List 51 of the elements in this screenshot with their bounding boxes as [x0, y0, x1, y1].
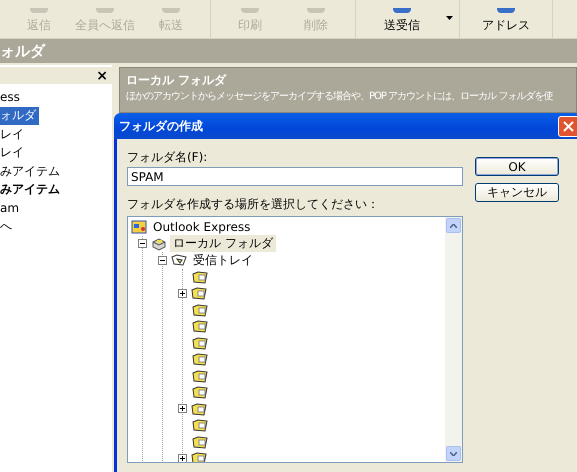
expand-toggle[interactable] [178, 454, 187, 462]
tree-item[interactable]: 受信トレイ [190, 252, 256, 269]
expand-toggle[interactable] [178, 288, 187, 298]
close-icon [563, 120, 574, 132]
scroll-up-icon[interactable] [450, 224, 457, 228]
folder-box-icon [151, 236, 167, 252]
mail-folder-icon [191, 402, 207, 416]
folder-item[interactable]: レイ [0, 144, 27, 162]
collapse-toggle[interactable] [158, 256, 167, 265]
collapse-toggle[interactable] [138, 239, 147, 248]
folder-item[interactable]: ess [0, 88, 23, 106]
toolbar-button[interactable]: アドレス [466, 8, 546, 38]
folder-item[interactable]: みアイテム [0, 180, 63, 199]
scroll-down-icon[interactable] [450, 452, 457, 456]
mail-folder-icon [192, 434, 208, 449]
expand-toggle[interactable] [178, 404, 187, 414]
mail-folder-icon [192, 352, 208, 366]
info-description: ほかのアカウントからメッセージをアーカイブする場合や、POP アカウントには、ローカル フォルダを使 [126, 90, 552, 103]
caret-icon[interactable] [446, 16, 453, 20]
inbox-folder-icon [171, 252, 187, 268]
plus-icon [179, 454, 186, 462]
mail-folder-icon [192, 368, 208, 383]
folder-item[interactable]: へ [0, 218, 15, 236]
mail-folder-icon [192, 319, 208, 334]
mail-folder-icon [192, 418, 208, 432]
info-title: ローカル フォルダ [126, 72, 228, 89]
scrollbar[interactable] [445, 217, 462, 462]
dialog-button[interactable]: キャンセル [475, 183, 559, 202]
folder-item[interactable]: みアイテム [0, 162, 63, 180]
dialog-button[interactable]: OK [475, 157, 559, 176]
dialog-title: フォルダの作成 [119, 118, 203, 134]
mail-folder-icon [192, 270, 208, 284]
mail-folder-icon [192, 336, 208, 350]
tree-item[interactable]: Outlook Express [150, 220, 254, 234]
mail-folder-icon [192, 302, 208, 317]
toolbar-button[interactable]: 送受信 [362, 8, 442, 38]
tree-item[interactable]: ローカル フォルダ [170, 235, 276, 252]
folder-item[interactable]: ォルダ [0, 106, 39, 125]
field-label: フォルダ名(F): [127, 149, 208, 165]
close-button[interactable] [558, 116, 577, 136]
folder-name-field[interactable]: SPAM [127, 167, 463, 186]
folder-item[interactable]: am [0, 199, 22, 218]
mail-folder-icon [192, 385, 208, 400]
close-icon[interactable]: × [96, 68, 108, 84]
folder-bar-title: ォルダ [0, 39, 577, 65]
application-icon [131, 219, 147, 236]
plus-icon [179, 405, 186, 412]
mail-folder-icon [191, 286, 207, 300]
plus-icon [179, 290, 186, 297]
folder-item[interactable]: レイ [0, 125, 27, 144]
location-label: フォルダを作成する場所を選択してください： [127, 196, 380, 212]
